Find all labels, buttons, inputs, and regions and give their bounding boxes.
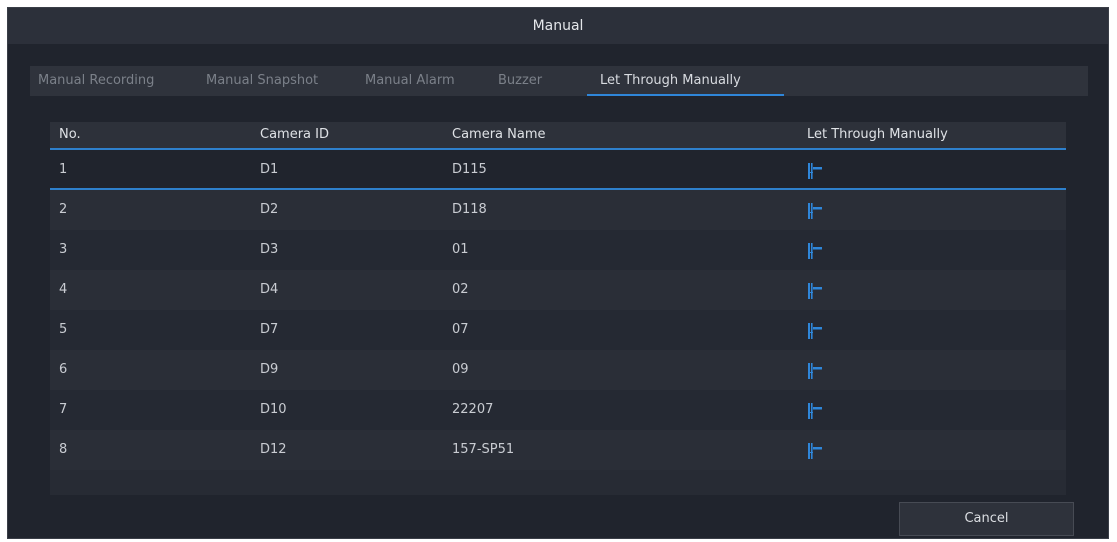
table-row[interactable]: 1 D1 D115 <box>50 150 1066 190</box>
row-camera-id: D2 <box>260 202 279 217</box>
barrier-gate-icon[interactable] <box>807 242 823 260</box>
barrier-gate-icon[interactable] <box>807 322 823 340</box>
row-camera-id: D10 <box>260 402 287 417</box>
table-row[interactable]: 8 D12 157-SP51 <box>50 430 1066 470</box>
barrier-gate-icon[interactable] <box>807 202 823 220</box>
row-camera-id: D3 <box>260 242 279 257</box>
row-camera-id: D9 <box>260 362 279 377</box>
row-camera-name: 07 <box>452 322 469 337</box>
column-header-camera-name: Camera Name <box>452 127 546 142</box>
column-header-let-through: Let Through Manually <box>807 127 948 142</box>
row-camera-name: D115 <box>452 162 487 177</box>
row-no: 3 <box>59 242 68 257</box>
barrier-gate-icon[interactable] <box>807 362 823 380</box>
table-row[interactable]: 7 D10 22207 <box>50 390 1066 430</box>
dialog-title: Manual <box>8 8 1108 44</box>
row-camera-name: 02 <box>452 282 469 297</box>
row-no: 1 <box>59 162 68 177</box>
row-camera-id: D4 <box>260 282 279 297</box>
barrier-gate-icon[interactable] <box>807 162 823 180</box>
camera-table: No. Camera ID Camera Name Let Through Ma… <box>50 122 1066 495</box>
row-no: 8 <box>59 442 68 457</box>
row-camera-name: D118 <box>452 202 487 217</box>
tab-buzzer[interactable]: Buzzer <box>498 66 542 96</box>
active-tab-indicator <box>587 94 784 96</box>
row-camera-name: 157-SP51 <box>452 442 515 457</box>
table-row[interactable]: 3 D3 01 <box>50 230 1066 270</box>
table-row[interactable]: 6 D9 09 <box>50 350 1066 390</box>
barrier-gate-icon[interactable] <box>807 282 823 300</box>
row-camera-name: 09 <box>452 362 469 377</box>
table-row[interactable]: 5 D7 07 <box>50 310 1066 350</box>
row-no: 6 <box>59 362 68 377</box>
tab-manual-recording[interactable]: Manual Recording <box>38 66 154 96</box>
row-no: 7 <box>59 402 68 417</box>
row-no: 4 <box>59 282 68 297</box>
table-row[interactable]: 2 D2 D118 <box>50 190 1066 230</box>
row-camera-name: 22207 <box>452 402 494 417</box>
row-no: 5 <box>59 322 68 337</box>
row-camera-id: D7 <box>260 322 279 337</box>
tab-bar: Manual Recording Manual Snapshot Manual … <box>30 66 1088 96</box>
column-header-camera-id: Camera ID <box>260 127 329 142</box>
row-no: 2 <box>59 202 68 217</box>
table-header: No. Camera ID Camera Name Let Through Ma… <box>50 122 1066 150</box>
table-row[interactable]: 4 D4 02 <box>50 270 1066 310</box>
row-camera-name: 01 <box>452 242 469 257</box>
cancel-button[interactable]: Cancel <box>899 502 1074 536</box>
row-camera-id: D1 <box>260 162 279 177</box>
column-header-no: No. <box>59 127 81 142</box>
barrier-gate-icon[interactable] <box>807 442 823 460</box>
tab-manual-snapshot[interactable]: Manual Snapshot <box>206 66 318 96</box>
row-camera-id: D12 <box>260 442 287 457</box>
manual-dialog: Manual Manual Recording Manual Snapshot … <box>7 7 1109 539</box>
tab-manual-alarm[interactable]: Manual Alarm <box>365 66 455 96</box>
tab-let-through-manually[interactable]: Let Through Manually <box>600 66 741 96</box>
barrier-gate-icon[interactable] <box>807 402 823 420</box>
